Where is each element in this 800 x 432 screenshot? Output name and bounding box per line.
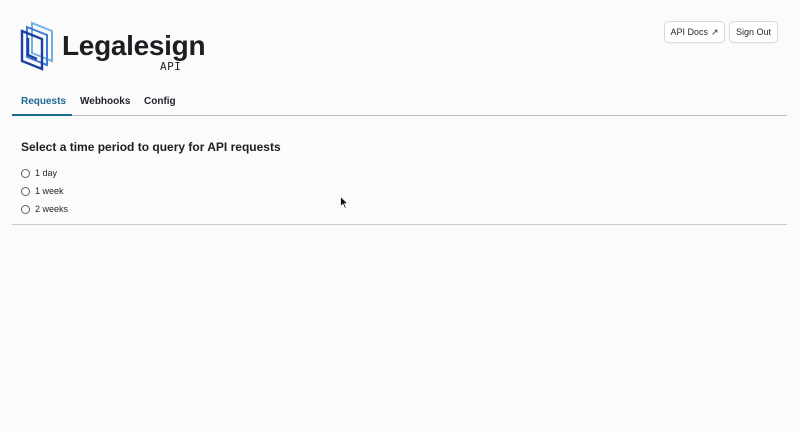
tab-bar: Requests Webhooks Config xyxy=(12,90,787,116)
api-docs-button[interactable]: API Docs ↗ xyxy=(664,21,725,43)
radio-button[interactable] xyxy=(21,204,30,214)
tab-config[interactable]: Config xyxy=(144,90,178,116)
tab-webhooks[interactable]: Webhooks xyxy=(80,90,130,116)
radio-option-1-day[interactable]: 1 day xyxy=(21,166,57,180)
page-title: Select a time period to query for API re… xyxy=(21,140,281,154)
radio-button[interactable] xyxy=(21,186,30,196)
tab-config-label: Config xyxy=(144,96,176,107)
sign-out-button[interactable]: Sign Out xyxy=(729,21,778,43)
section-divider xyxy=(12,224,787,225)
radio-label: 2 weeks xyxy=(35,204,69,214)
radio-option-2-weeks[interactable]: 2 weeks xyxy=(21,202,68,216)
app-header: Legalesign API API Docs ↗ Sign Out xyxy=(0,0,800,90)
sign-out-label: Sign Out xyxy=(735,27,772,37)
radio-label: 1 day xyxy=(35,168,58,178)
active-tab-indicator xyxy=(12,114,72,116)
external-arrow-icon: ↗ xyxy=(710,26,719,37)
brand-name: Legalesign xyxy=(62,30,206,61)
radio-button[interactable] xyxy=(21,168,30,178)
brand-subtitle: API xyxy=(160,60,182,73)
radio-label: 1 week xyxy=(35,186,64,196)
api-docs-label: API Docs xyxy=(670,27,708,37)
mouse-pointer-icon xyxy=(340,195,349,214)
radio-option-1-week[interactable]: 1 week xyxy=(21,184,64,198)
legalesign-logo-icon xyxy=(20,21,53,71)
tab-requests-label: Requests xyxy=(21,96,67,107)
tab-webhooks-label: Webhooks xyxy=(80,96,131,107)
brand-logo[interactable]: Legalesign API xyxy=(20,21,206,73)
tab-requests[interactable]: Requests xyxy=(12,90,72,116)
